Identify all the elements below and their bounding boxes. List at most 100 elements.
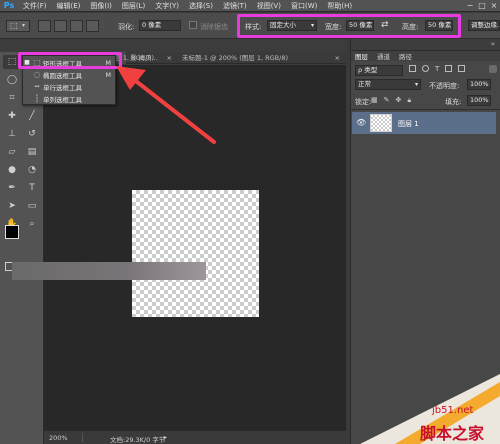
pointer-arrow-annotation bbox=[116, 66, 216, 144]
style-label: 样式: bbox=[245, 23, 262, 31]
menu-filter[interactable]: 滤镜(T) bbox=[218, 1, 252, 11]
menu-help[interactable]: 帮助(H) bbox=[322, 1, 357, 11]
photoshop-logo: Ps bbox=[3, 0, 15, 10]
layer-thumbnail bbox=[370, 114, 392, 132]
lock-icon-group: ▦ ✎ ✥ 🔒︎ bbox=[371, 96, 411, 105]
marquee-preset-icon: ⬚ bbox=[10, 21, 18, 30]
panel-tab-bar: 图层 通道 路径 bbox=[351, 51, 500, 61]
add-selection-icon[interactable] bbox=[54, 20, 67, 32]
lock-transparency-icon[interactable]: ▦ bbox=[371, 96, 378, 105]
crop-tool-icon[interactable]: ⌗ bbox=[3, 91, 21, 105]
minimize-button[interactable]: − bbox=[464, 1, 476, 10]
chevron-down-icon: ▾ bbox=[414, 81, 418, 88]
lock-position-icon[interactable]: ✥ bbox=[396, 96, 402, 105]
type-tool-icon[interactable]: T bbox=[23, 181, 41, 195]
new-selection-icon[interactable] bbox=[38, 20, 51, 32]
lock-label: 锁定: bbox=[355, 98, 372, 106]
close-window-button[interactable]: × bbox=[488, 1, 500, 10]
single-row-marquee-icon: ┅ bbox=[34, 82, 40, 91]
refine-edge-button[interactable]: 调整边缘... bbox=[468, 20, 500, 31]
flyout-item-label: 单列选框工具 bbox=[43, 95, 82, 104]
flyout-item-label: 单行选框工具 bbox=[43, 83, 82, 92]
blur-tool-icon[interactable]: ● bbox=[3, 163, 21, 177]
feather-input[interactable]: 0 像素 bbox=[139, 20, 181, 31]
filter-toggle-icon[interactable] bbox=[489, 65, 497, 73]
panel-collapse-bar[interactable]: » bbox=[351, 39, 500, 51]
lock-pixels-icon[interactable]: ✎ bbox=[384, 96, 390, 105]
intersect-selection-icon[interactable] bbox=[86, 20, 99, 32]
zoom-readout[interactable]: 200% bbox=[49, 434, 68, 442]
brush-tool-icon[interactable]: ╱ bbox=[23, 109, 41, 123]
type-filter-icon[interactable]: T bbox=[435, 65, 439, 73]
swap-size-icon[interactable]: ⇄ bbox=[381, 20, 389, 30]
shape-filter-icon[interactable] bbox=[445, 65, 453, 72]
flyout-item-ellipse-marquee[interactable]: ◌ 椭圆选框工具 M bbox=[23, 69, 117, 80]
close-icon[interactable]: × bbox=[335, 52, 340, 64]
adjustment-filter-icon[interactable] bbox=[422, 65, 429, 72]
status-divider bbox=[82, 433, 83, 442]
height-input[interactable]: 50 像素 bbox=[425, 20, 453, 31]
transparent-document[interactable] bbox=[132, 190, 259, 317]
gradient-tool-icon[interactable]: ▤ bbox=[23, 145, 41, 159]
dodge-tool-icon[interactable]: ◔ bbox=[23, 163, 41, 177]
eye-visibility-icon[interactable]: 👁︎ bbox=[356, 118, 366, 127]
watermark-brand: 脚本之家 bbox=[420, 424, 485, 443]
flyout-item-row-marquee[interactable]: ┅ 单行选框工具 bbox=[23, 81, 117, 92]
style-select[interactable]: 固定大小 ▾ bbox=[267, 20, 317, 31]
ellipse-marquee-icon: ◌ bbox=[33, 70, 41, 79]
maximize-button[interactable]: □ bbox=[476, 1, 488, 10]
height-label: 高度: bbox=[402, 23, 419, 31]
foreground-color-swatch[interactable] bbox=[5, 225, 19, 239]
antialias-label: 消除锯齿 bbox=[200, 23, 228, 31]
watermark-site: jb51.net bbox=[432, 405, 474, 416]
menu-window[interactable]: 窗口(W) bbox=[286, 1, 322, 11]
path-select-icon[interactable]: ➤ bbox=[3, 199, 21, 213]
opacity-input[interactable]: 100% bbox=[467, 79, 491, 90]
pixel-filter-icon[interactable] bbox=[409, 65, 416, 72]
eraser-tool-icon[interactable]: ▱ bbox=[3, 145, 21, 159]
menu-edit[interactable]: 编辑(E) bbox=[52, 1, 86, 11]
tool-hint-gradient-bar bbox=[12, 262, 206, 280]
layer-name[interactable]: 图层 1 bbox=[398, 119, 419, 129]
single-column-marquee-icon: ┆ bbox=[34, 94, 40, 103]
antialias-checkbox[interactable] bbox=[189, 21, 197, 29]
width-label: 宽度: bbox=[325, 23, 342, 31]
blend-mode-select[interactable]: 正常 ▾ bbox=[355, 79, 421, 90]
tab-paths[interactable]: 路径 bbox=[399, 51, 412, 61]
smart-object-filter-icon[interactable] bbox=[458, 65, 466, 72]
width-input[interactable]: 50 像素 bbox=[346, 20, 374, 31]
filter-icon-group: T bbox=[409, 65, 466, 73]
tab-channels[interactable]: 通道 bbox=[377, 51, 390, 61]
shortcut-key: M bbox=[105, 70, 111, 79]
feather-label: 羽化: bbox=[118, 23, 135, 31]
double-chevron-icon[interactable]: » bbox=[491, 40, 495, 48]
menu-image[interactable]: 图像(I) bbox=[85, 1, 117, 11]
pen-tool-icon[interactable]: ✒ bbox=[3, 181, 21, 195]
status-bar: 200% 文档:29.3K/0 字节 ▸ bbox=[44, 430, 346, 444]
history-brush-icon[interactable]: ↺ bbox=[23, 127, 41, 141]
chevron-down-icon: ▾ bbox=[310, 22, 314, 29]
status-menu-arrow-icon[interactable]: ▸ bbox=[164, 434, 167, 441]
arrow-shaft bbox=[130, 76, 216, 144]
fill-input[interactable]: 100% bbox=[467, 95, 491, 106]
flyout-item-column-marquee[interactable]: ┆ 单列选框工具 bbox=[23, 93, 117, 104]
clone-stamp-icon[interactable]: ⊥ bbox=[3, 127, 21, 141]
tab-layers[interactable]: 图层 bbox=[355, 51, 368, 61]
layer-row[interactable]: 👁︎ 图层 1 bbox=[352, 112, 496, 134]
menu-layer[interactable]: 图层(L) bbox=[117, 1, 150, 11]
healing-brush-icon[interactable]: ✚ bbox=[3, 109, 21, 123]
shape-tool-icon[interactable]: ▭ bbox=[23, 199, 41, 213]
lasso-tool-icon[interactable]: ◯ bbox=[3, 73, 21, 87]
flyout-item-label: 椭圆选框工具 bbox=[43, 71, 82, 80]
document-info: 文档:29.3K/0 字节 bbox=[110, 436, 166, 444]
zoom-tool-icon[interactable]: ⌕ bbox=[23, 217, 41, 231]
tool-preset-picker[interactable]: ⬚ ▾ bbox=[6, 20, 30, 32]
menu-select[interactable]: 选择(S) bbox=[184, 1, 218, 11]
layer-filter-select[interactable]: ρ 类型 bbox=[355, 65, 403, 76]
menu-type[interactable]: 文字(Y) bbox=[150, 1, 184, 11]
menu-file[interactable]: 文件(F) bbox=[18, 1, 52, 11]
menu-view[interactable]: 视图(V) bbox=[252, 1, 286, 11]
chevron-down-icon: ▾ bbox=[22, 22, 26, 29]
lock-all-icon[interactable]: 🔒︎ bbox=[407, 96, 411, 105]
subtract-selection-icon[interactable] bbox=[70, 20, 83, 32]
